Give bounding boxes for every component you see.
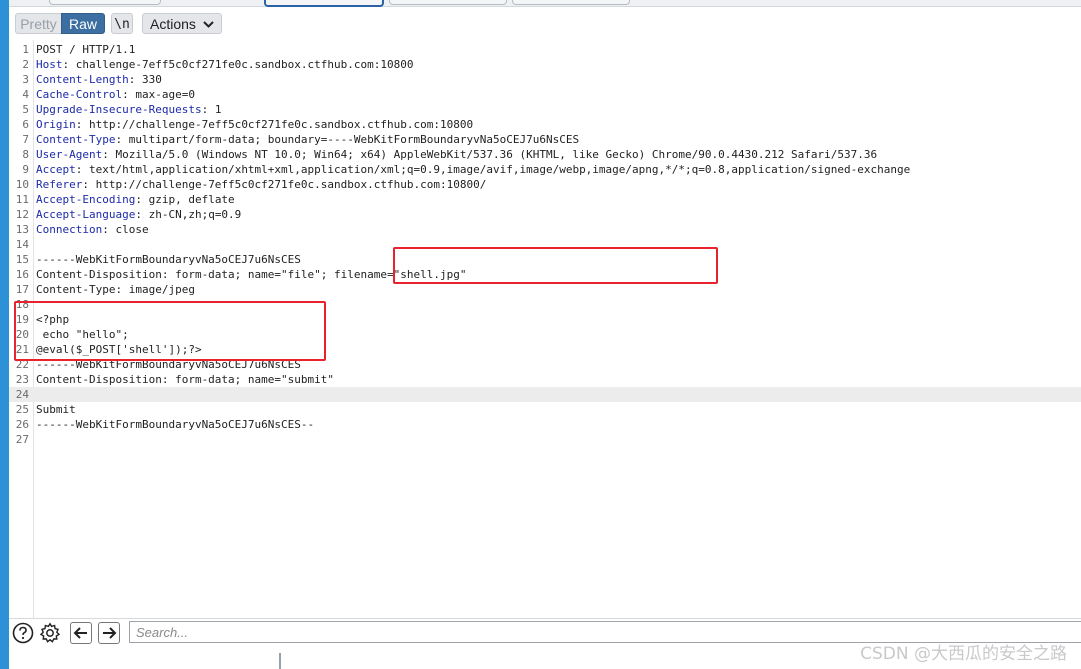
line-text: Content-Length: 330 [36, 73, 162, 86]
line-text: User-Agent: Mozilla/5.0 (Windows NT 10.0… [36, 148, 878, 161]
line-number: 9 [22, 163, 29, 176]
editor-line: 13 Connection: close [9, 222, 1081, 237]
header-name: Referer [36, 178, 83, 191]
editor-line: 8 User-Agent: Mozilla/5.0 (Windows NT 10.… [9, 147, 1081, 162]
line-text: Accept-Encoding: gzip, deflate [36, 193, 235, 206]
editor-line: 5 Upgrade-Insecure-Requests: 1 [9, 102, 1081, 117]
line-text: Origin: http://challenge-7eff5c0cf271fe0… [36, 118, 474, 131]
line-text: Host: challenge-7eff5c0cf271fe0c.sandbox… [36, 58, 414, 71]
editor-line: 11 Accept-Encoding: gzip, deflate [9, 192, 1081, 207]
actions-dropdown[interactable]: Actions [142, 13, 222, 34]
message-editor-toolbar: Pretty Raw \n Actions [9, 7, 1081, 40]
line-number: 2 [22, 58, 29, 71]
line-number: 4 [22, 88, 29, 101]
line-text: ------WebKitFormBoundaryvNa5oCEJ7u6NsCES [36, 253, 301, 266]
header-name: Connection [36, 223, 103, 236]
line-number: 6 [22, 118, 29, 131]
arrow-right-icon[interactable] [98, 622, 120, 644]
top-tab[interactable] [49, 0, 161, 5]
line-text: Content-Type: image/jpeg [36, 283, 195, 296]
editor-line: 3 Content-Length: 330 [9, 72, 1081, 87]
arrow-left-icon[interactable] [70, 622, 92, 644]
editor-line: 4 Cache-Control: max-age=0 [9, 87, 1081, 102]
top-tab-strip [9, 0, 1081, 7]
line-number: 11 [15, 193, 29, 206]
editor-line: 7 Content-Type: multipart/form-data; boun… [9, 132, 1081, 147]
editor-line: 9 Accept: text/html,application/xhtml+xml… [9, 162, 1081, 177]
header-name: Accept-Encoding [36, 193, 136, 206]
line-number: 26 [15, 418, 29, 431]
raw-request-editor[interactable]: 1 POST / HTTP/1.1 2 Host: challenge-7eff5c0… [9, 40, 1081, 618]
editor-line: 26 ------WebKitFormBoundaryvNa5oCEJ7u6NsC… [9, 417, 1081, 432]
line-text: Accept-Language: zh-CN,zh;q=0.9 [36, 208, 242, 221]
highlight-box-php-payload [14, 301, 326, 361]
top-tab-active[interactable] [264, 0, 384, 7]
line-number: 16 [15, 268, 29, 281]
editor-line: 17 Content-Type: image/jpeg [9, 282, 1081, 297]
highlight-box-filename [393, 247, 718, 284]
line-text: ------WebKitFormBoundaryvNa5oCEJ7u6NsCES… [36, 418, 315, 431]
header-name: Origin [36, 118, 76, 131]
editor-line: 24 [9, 387, 1081, 402]
help-icon[interactable] [12, 622, 34, 644]
left-window-edge [0, 0, 9, 669]
line-text: Upgrade-Insecure-Requests: 1 [36, 103, 222, 116]
line-number: 23 [15, 373, 29, 386]
line-number: 3 [22, 73, 29, 86]
top-tab[interactable] [389, 0, 507, 5]
line-text: Referer: http://challenge-7eff5c0cf271fe… [36, 178, 487, 191]
line-number: 15 [15, 253, 29, 266]
line-number: 25 [15, 403, 29, 416]
line-number: 5 [22, 103, 29, 116]
editor-line: 12 Accept-Language: zh-CN,zh;q=0.9 [9, 207, 1081, 222]
line-number: 24 [15, 388, 29, 401]
editor-line: 2 Host: challenge-7eff5c0cf271fe0c.sandbo… [9, 57, 1081, 72]
editor-line: 1 POST / HTTP/1.1 [9, 42, 1081, 57]
chevron-down-icon [203, 14, 214, 43]
line-number: 12 [15, 208, 29, 221]
gear-icon[interactable] [39, 622, 61, 644]
actions-label: Actions [150, 16, 196, 32]
line-number: 10 [15, 178, 29, 191]
raw-button[interactable]: Raw [61, 13, 105, 34]
line-number: 17 [15, 283, 29, 296]
line-text: Submit [36, 403, 76, 416]
line-number: 14 [15, 238, 29, 251]
header-name: Upgrade-Insecure-Requests [36, 103, 202, 116]
header-name: Host [36, 58, 63, 71]
line-text: Cache-Control: max-age=0 [36, 88, 195, 101]
pretty-button[interactable]: Pretty [15, 13, 61, 34]
watermark: CSDN @大西瓜的安全之路 [860, 644, 1067, 664]
line-text: POST / HTTP/1.1 [36, 43, 136, 56]
header-name: Accept-Language [36, 208, 136, 221]
editor-line: 27 [9, 432, 1081, 447]
top-tab[interactable] [512, 0, 630, 5]
editor-line: 25 Submit [9, 402, 1081, 417]
line-number: 8 [22, 148, 29, 161]
line-text: Content-Type: multipart/form-data; bound… [36, 133, 580, 146]
pane-divider[interactable] [279, 653, 281, 669]
editor-line: 6 Origin: http://challenge-7eff5c0cf271fe… [9, 117, 1081, 132]
line-number: 13 [15, 223, 29, 236]
line-text: Content-Disposition: form-data; name="su… [36, 373, 335, 386]
header-name: Content-Type [36, 133, 116, 146]
header-name: User-Agent [36, 148, 103, 161]
editor-line: 10 Referer: http://challenge-7eff5c0cf271… [9, 177, 1081, 192]
show-newlines-button[interactable]: \n [111, 13, 133, 34]
editor-line: 23 Content-Disposition: form-data; name="… [9, 372, 1081, 387]
header-name: Content-Length [36, 73, 129, 86]
line-number: 7 [22, 133, 29, 146]
line-text: Accept: text/html,application/xhtml+xml,… [36, 163, 911, 176]
header-name: Accept [36, 163, 76, 176]
line-number: 1 [22, 43, 29, 56]
header-name: Cache-Control [36, 88, 123, 101]
line-number: 27 [15, 433, 29, 446]
line-text: Connection: close [36, 223, 149, 236]
